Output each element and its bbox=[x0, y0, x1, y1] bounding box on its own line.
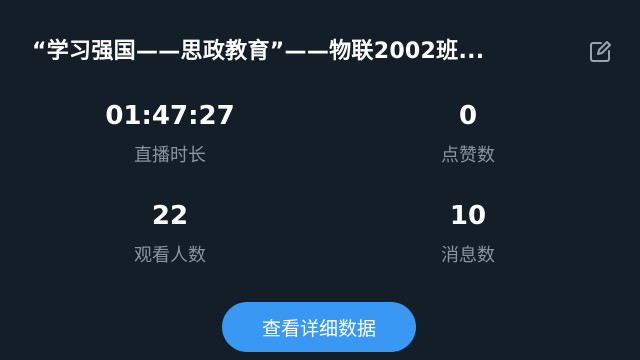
stat-value: 10 bbox=[449, 201, 487, 231]
stat-value: 01:47:27 bbox=[105, 101, 235, 131]
stat-viewers: 22 观看人数 bbox=[60, 196, 280, 272]
stat-label: 点赞数 bbox=[441, 145, 495, 166]
edit-button[interactable] bbox=[586, 38, 614, 66]
stat-messages: 10 消息数 bbox=[358, 196, 578, 272]
header: “学习强国——思政教育”——物联2002班... bbox=[0, 30, 640, 74]
stat-value: 22 bbox=[151, 201, 189, 231]
stat-label: 观看人数 bbox=[134, 245, 206, 266]
stat-likes: 0 点赞数 bbox=[358, 96, 578, 172]
page-title: “学习强国——思政教育”——物联2002班... bbox=[32, 39, 485, 64]
stat-label: 直播时长 bbox=[134, 145, 206, 166]
edit-icon bbox=[590, 41, 611, 62]
stat-label: 消息数 bbox=[441, 245, 495, 266]
stat-live-duration: 01:47:27 直播时长 bbox=[60, 96, 280, 172]
view-details-button[interactable]: 查看详细数据 bbox=[222, 302, 416, 352]
stat-value: 0 bbox=[458, 101, 478, 131]
